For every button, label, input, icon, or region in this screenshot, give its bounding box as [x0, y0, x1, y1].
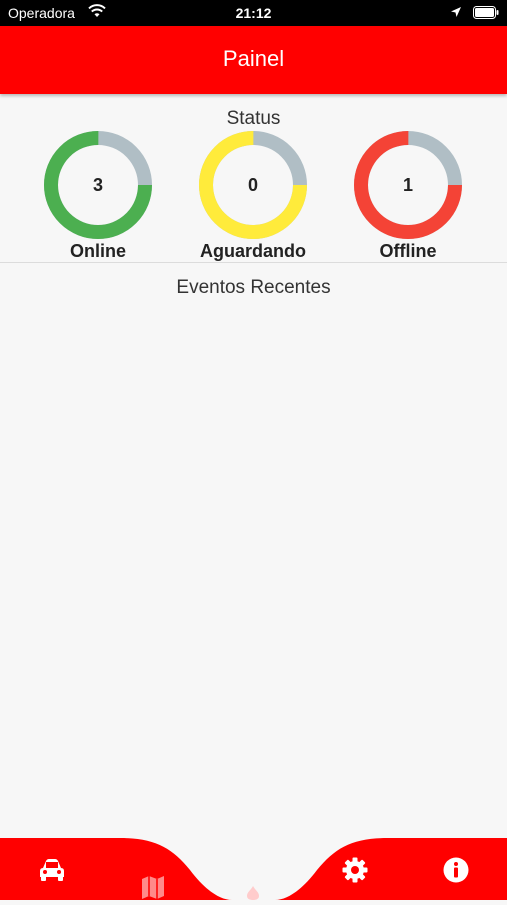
section-divider: [0, 262, 507, 263]
map-icon: [142, 876, 164, 899]
nav-map-button[interactable]: [141, 875, 165, 905]
battery-icon: [473, 6, 499, 22]
gear-icon: [342, 857, 368, 883]
waiting-count: 0: [247, 175, 258, 195]
events-list: [0, 305, 507, 820]
car-icon: [40, 859, 64, 881]
page-title: Painel: [222, 46, 285, 71]
bottom-navigation-bar: [0, 820, 507, 900]
nav-car-button[interactable]: [38, 858, 66, 887]
waiting-label: Aguardando: [200, 241, 306, 261]
offline-gauge[interactable]: 1 Offline: [328, 130, 488, 265]
status-section-title: Status: [226, 108, 281, 129]
waiting-gauge[interactable]: 0 Aguardando: [173, 130, 333, 265]
events-section-title: Eventos Recentes: [176, 277, 331, 298]
clock: 21:12: [235, 5, 272, 21]
status-bar: Operadora 21:12: [0, 0, 507, 26]
online-gauge[interactable]: 3 Online: [18, 130, 178, 265]
location-arrow-icon: [450, 5, 462, 21]
app-bar: Painel: [0, 26, 507, 94]
online-label: Online: [69, 241, 126, 261]
nav-settings-button[interactable]: [342, 857, 368, 888]
offline-count: 1: [402, 175, 413, 195]
offline-label: Offline: [379, 241, 437, 261]
nav-fire-button[interactable]: [245, 886, 261, 905]
online-count: 3: [92, 175, 103, 195]
nav-info-button[interactable]: [443, 857, 469, 888]
fire-icon: [247, 886, 259, 900]
info-icon: [443, 857, 469, 883]
